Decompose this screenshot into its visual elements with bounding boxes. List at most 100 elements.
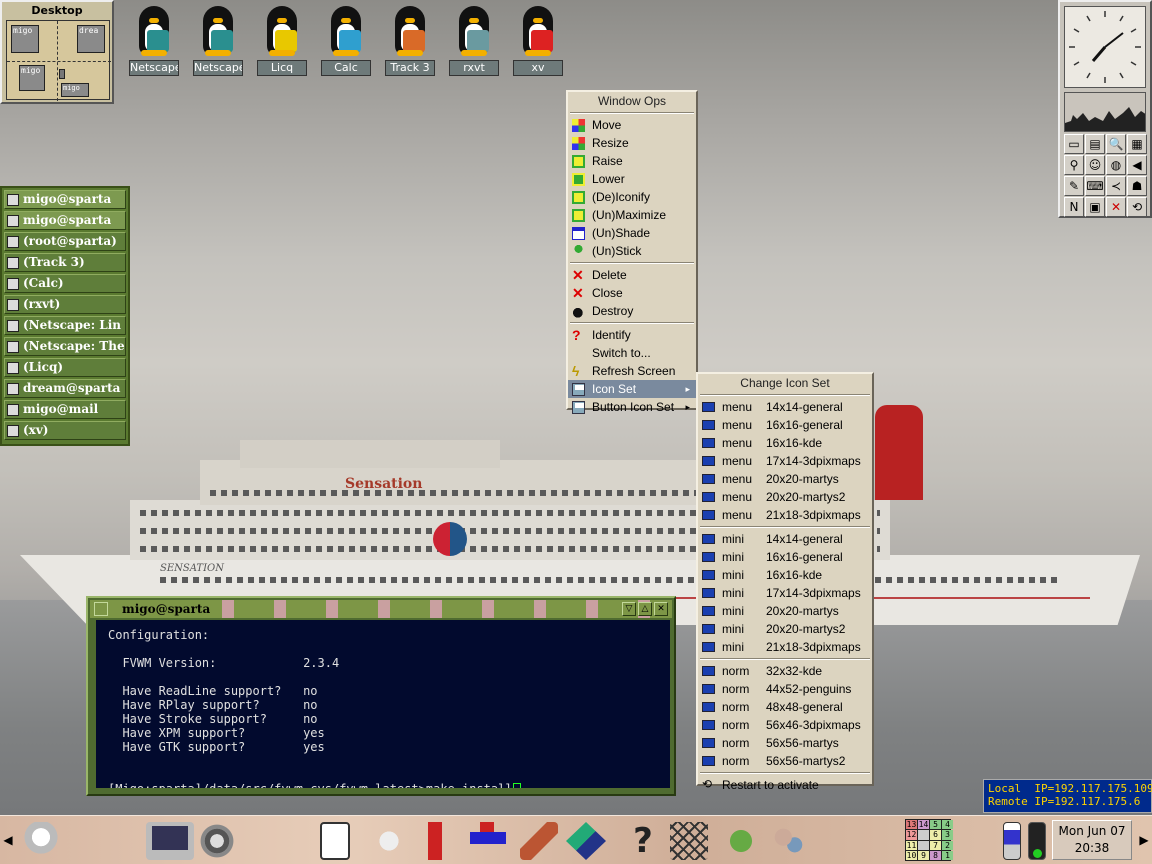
ghost-icon[interactable]: ☗ [1127, 176, 1147, 196]
desktop-icon-track-3[interactable]: Track 3 [385, 4, 435, 76]
refresh-icon[interactable]: ⟲ [1127, 197, 1147, 217]
desktop-icon-licq[interactable]: Licq [257, 4, 307, 76]
globe-icon[interactable]: ◍ [1106, 155, 1126, 175]
fish-icon[interactable]: ≺ [1106, 176, 1126, 196]
icon-set-item[interactable]: menu 20x20-martys2 [698, 488, 872, 506]
desktop-icon-xv[interactable]: xv [513, 4, 563, 76]
pager-desk-cell[interactable]: 6 [930, 830, 941, 840]
pager-desk-cell[interactable]: 12 [906, 830, 917, 840]
pager-desk-cell[interactable] [918, 840, 929, 850]
icon-set-item[interactable]: norm 56x56-martys2 [698, 752, 872, 770]
pager-area[interactable]: migo drea migo migo [6, 20, 111, 101]
icon-set-item[interactable]: menu 14x14-general [698, 398, 872, 416]
close-button[interactable]: ✕ [654, 602, 668, 616]
icon-set-item[interactable]: mini 16x16-general [698, 548, 872, 566]
icon-set-item[interactable]: menu 16x16-kde [698, 434, 872, 452]
pager-window[interactable]: migo [19, 65, 45, 91]
window-menu-icon[interactable] [94, 602, 108, 616]
icon-set-item[interactable]: menu 16x16-general [698, 416, 872, 434]
help-question-icon[interactable]: ? [624, 822, 662, 860]
menu-item-icon-set[interactable]: Icon Set ▸ [568, 380, 696, 398]
close-x-icon[interactable]: ✕ [1106, 197, 1126, 217]
gnome-foot-icon[interactable] [370, 822, 408, 860]
pager-desk-cell[interactable] [918, 830, 929, 840]
scroll-right-icon[interactable]: ▶ [1138, 830, 1150, 850]
terminal-prompt[interactable]: [Migo:sparta]/data/src/fvwm-cvs/fvwm-lat… [108, 782, 658, 788]
maximize-button[interactable]: △ [638, 602, 652, 616]
menu-item-button-icon-set[interactable]: Button Icon Set ▸ [568, 398, 696, 416]
pager-desk-cell[interactable]: 11 [906, 840, 917, 850]
menu-item-resize[interactable]: Resize [568, 134, 696, 152]
icon-set-item[interactable]: mini 21x18-3dpixmaps [698, 638, 872, 656]
icon-set-item[interactable]: mini 20x20-martys [698, 602, 872, 620]
pager-window[interactable]: migo [11, 25, 39, 53]
keyboard-icon[interactable]: ⌨ [1085, 176, 1105, 196]
pager-desk-cell[interactable]: 2 [942, 840, 953, 850]
folder-icon[interactable]: ▤ [1085, 134, 1105, 154]
iconify-button[interactable]: ▽ [622, 602, 636, 616]
smiley-icon[interactable]: ☺ [1085, 155, 1105, 175]
icon-set-item[interactable]: norm 56x46-3dpixmaps [698, 716, 872, 734]
pager-desk-cell[interactable]: 14 [918, 820, 929, 830]
runner-icon[interactable] [722, 822, 760, 860]
terminal-titlebar[interactable]: migo@sparta ▽ △ ✕ [90, 600, 672, 618]
icon-set-item[interactable]: norm 56x56-martys [698, 734, 872, 752]
solitaire-card-icon[interactable] [320, 822, 350, 860]
terminal-window[interactable]: migo@sparta ▽ △ ✕ Configuration: FVWM Ve… [86, 596, 676, 796]
terminal-content[interactable]: Configuration: FVWM Version: 2.3.4 Have … [96, 620, 670, 788]
menu-item-de-iconify[interactable]: (De)Iconify [568, 188, 696, 206]
icon-set-item[interactable]: menu 17x14-3dpixmaps [698, 452, 872, 470]
window-list-item[interactable]: migo@sparta [4, 190, 126, 209]
menu-item-switch-to[interactable]: Switch to... [568, 344, 696, 362]
search-icon[interactable]: 🔍 [1106, 134, 1126, 154]
menu-item-identify[interactable]: ? Identify [568, 326, 696, 344]
gnome-foot-icon[interactable] [22, 822, 60, 860]
date-time-display[interactable]: Mon Jun 07 20:38 [1052, 820, 1132, 860]
icon-set-item[interactable]: norm 44x52-penguins [698, 680, 872, 698]
diamond-icon[interactable] [566, 822, 606, 860]
desktop-icon-calc[interactable]: Calc [321, 4, 371, 76]
menu-item-un-shade[interactable]: (Un)Shade [568, 224, 696, 242]
window-list-item[interactable]: (Licq) [4, 358, 126, 377]
desktop-icon-netscape[interactable]: Netscape [129, 4, 179, 76]
netscape-n-icon[interactable]: N [1064, 197, 1084, 217]
menu-item-delete[interactable]: ✕ Delete [568, 266, 696, 284]
network-icon[interactable]: ⚲ [1064, 155, 1084, 175]
pager-desk-cell[interactable]: 10 [906, 850, 917, 860]
window-list-item[interactable]: (Track 3) [4, 253, 126, 272]
window-list-item[interactable]: migo@mail [4, 400, 126, 419]
speaker-icon[interactable]: ◀ [1127, 155, 1147, 175]
window-list-item[interactable]: (root@sparta) [4, 232, 126, 251]
pager-desk-cell[interactable]: 3 [942, 830, 953, 840]
desktop-pager-grid[interactable]: 13 14 5 4 12 6 3 11 7 2 10 9 8 1 [905, 819, 953, 861]
window-list-item[interactable]: (xv) [4, 421, 126, 440]
pager-desk-cell[interactable]: 5 [930, 820, 941, 830]
computer-icon[interactable] [146, 822, 194, 860]
icon-set-item[interactable]: norm 32x32-kde [698, 662, 872, 680]
window-list-item[interactable]: dream@sparta [4, 379, 126, 398]
icon-set-item[interactable]: menu 21x18-3dpixmaps [698, 506, 872, 524]
pager-desk-cell[interactable]: 9 [918, 850, 929, 860]
planets-icon[interactable] [770, 822, 808, 860]
window-list-item[interactable]: (Netscape: The [4, 337, 126, 356]
menu-item-refresh-screen[interactable]: ϟ Refresh Screen [568, 362, 696, 380]
pager-desk-cell[interactable]: 13 [906, 820, 917, 830]
desktop-icon-rxvt[interactable]: rxvt [449, 4, 499, 76]
pager-desk-cell[interactable]: 4 [942, 820, 953, 830]
menu-item-destroy[interactable]: Destroy [568, 302, 696, 320]
pager-window[interactable]: drea [77, 25, 105, 53]
pager-desk-cell[interactable]: 1 [942, 850, 953, 860]
window-list-item[interactable]: (Calc) [4, 274, 126, 293]
tetris-icon[interactable] [470, 822, 506, 860]
menu-item-un-stick[interactable]: (Un)Stick [568, 242, 696, 260]
icon-set-item[interactable]: mini 16x16-kde [698, 566, 872, 584]
restart-to-activate-item[interactable]: ⟲ Restart to activate [698, 776, 872, 794]
calculator-icon[interactable]: ▦ [1127, 134, 1147, 154]
settings-gear-icon[interactable] [198, 822, 236, 860]
pager-desk-cell[interactable]: 7 [930, 840, 941, 850]
menu-item-raise[interactable]: Raise [568, 152, 696, 170]
menu-item-lower[interactable]: Lower [568, 170, 696, 188]
window-list-item[interactable]: migo@sparta [4, 211, 126, 230]
lock-icon[interactable]: ▣ [1085, 197, 1105, 217]
monitor-leds-icon[interactable] [1028, 822, 1046, 860]
